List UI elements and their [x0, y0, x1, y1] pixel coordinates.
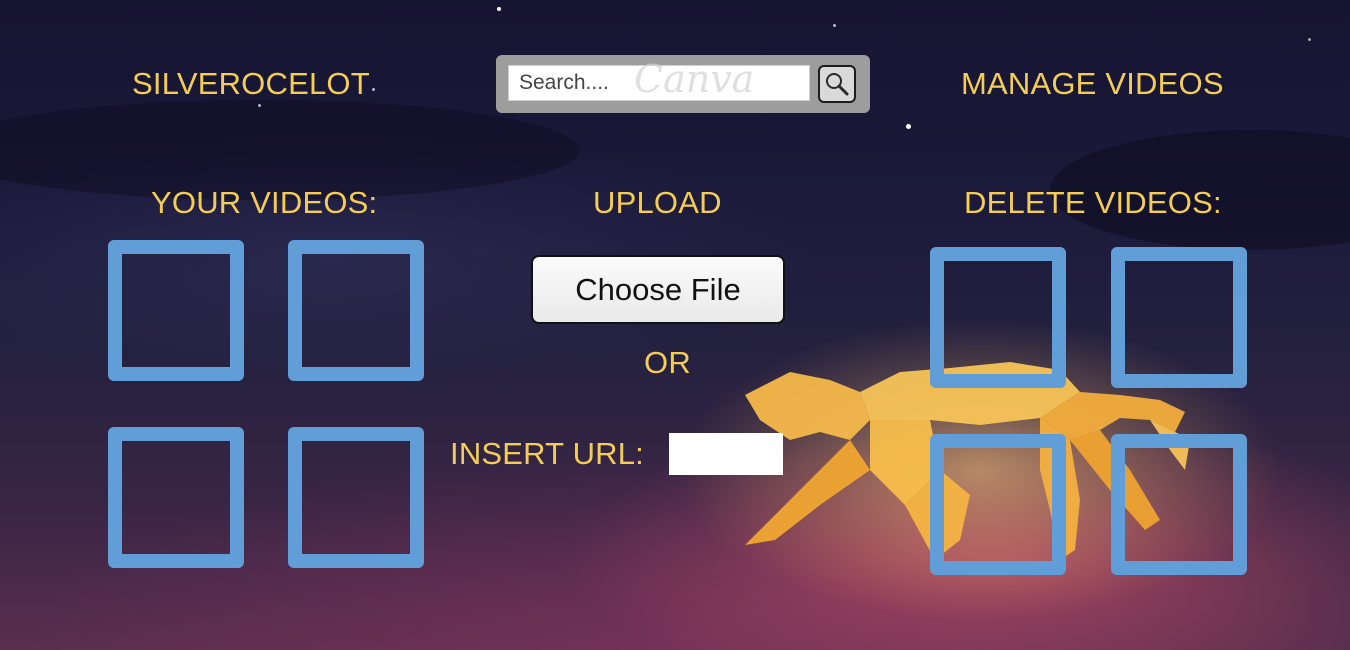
manage-videos-link[interactable]: MANAGE VIDEOS: [961, 66, 1224, 102]
your-video-slot-4[interactable]: [288, 427, 424, 568]
page: SILVEROCELOT Canva MANAGE VIDEOS YOUR VI…: [0, 0, 1350, 650]
choose-file-button[interactable]: Choose File: [531, 255, 785, 324]
search-input[interactable]: [508, 65, 810, 101]
star: [1308, 38, 1311, 41]
star: [258, 104, 261, 107]
delete-video-slot-1[interactable]: [930, 247, 1066, 388]
your-video-slot-1[interactable]: [108, 240, 244, 381]
delete-video-slot-4[interactable]: [1111, 434, 1247, 575]
delete-video-slot-2[interactable]: [1111, 247, 1247, 388]
search-button[interactable]: [818, 65, 856, 103]
url-input[interactable]: [669, 433, 783, 475]
your-videos-heading: YOUR VIDEOS:: [151, 185, 378, 220]
star: [906, 124, 911, 129]
your-video-slot-3[interactable]: [108, 427, 244, 568]
magnifier-icon: [826, 73, 849, 96]
star: [372, 88, 375, 91]
insert-url-label: INSERT URL:: [450, 436, 644, 471]
delete-videos-heading: DELETE VIDEOS:: [964, 185, 1222, 220]
search-bar: Canva: [496, 55, 870, 113]
star: [833, 24, 836, 27]
upload-heading: UPLOAD: [593, 185, 722, 220]
star: [497, 7, 501, 11]
delete-video-slot-3[interactable]: [930, 434, 1066, 575]
or-label: OR: [644, 345, 691, 380]
brand-logo[interactable]: SILVEROCELOT: [132, 66, 370, 102]
your-video-slot-2[interactable]: [288, 240, 424, 381]
